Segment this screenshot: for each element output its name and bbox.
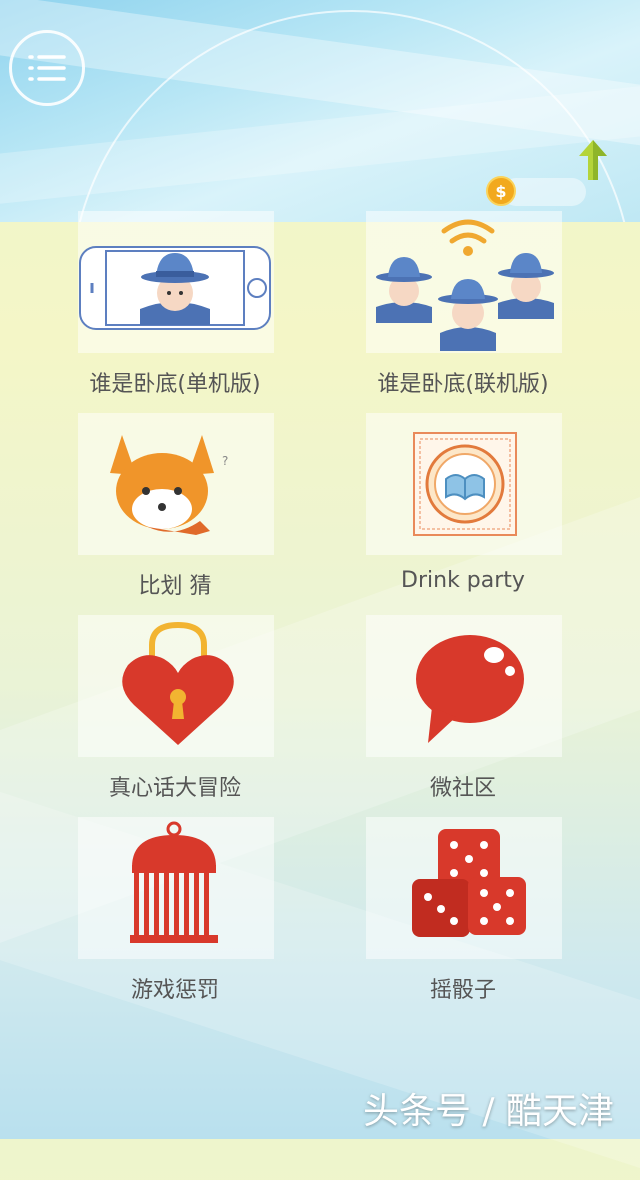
game-card-truth-or-dare[interactable] bbox=[78, 615, 274, 757]
game-label: 摇骰子 bbox=[429, 978, 496, 1003]
menu-button[interactable] bbox=[9, 30, 85, 106]
svg-text:?: ? bbox=[222, 454, 228, 468]
spy-phone-icon bbox=[79, 246, 271, 330]
game-card-dice[interactable] bbox=[366, 817, 562, 959]
game-card-spy-online[interactable] bbox=[366, 211, 562, 353]
game-label: Drink party bbox=[401, 568, 525, 593]
game-label: 谁是卧底(联机版) bbox=[377, 372, 549, 397]
game-card-charades[interactable]: ? bbox=[78, 413, 274, 555]
coin-balance[interactable]: $ bbox=[486, 176, 586, 208]
game-label: 微社区 bbox=[429, 776, 496, 801]
chat-bubble-icon bbox=[416, 635, 524, 743]
list-menu-icon bbox=[28, 55, 66, 81]
fox-icon: ? bbox=[110, 435, 228, 535]
game-card-spy-single[interactable] bbox=[78, 211, 274, 353]
game-label: 比划 猜 bbox=[138, 574, 212, 599]
game-label: 谁是卧底(单机版) bbox=[89, 372, 261, 397]
birdcage-icon bbox=[130, 821, 218, 943]
game-label: 真心话大冒险 bbox=[108, 776, 241, 801]
game-label: 游戏惩罚 bbox=[130, 978, 219, 1003]
heart-lock-icon bbox=[122, 621, 234, 745]
watermark: 头条号 / 酷天津 bbox=[362, 1091, 614, 1132]
header-banner: $ bbox=[0, 0, 640, 222]
game-card-drink-party[interactable] bbox=[366, 413, 562, 555]
coin-icon: $ bbox=[486, 176, 516, 206]
book-emblem-icon bbox=[413, 432, 517, 536]
spy-group-wifi-icon bbox=[376, 219, 554, 351]
game-card-community[interactable] bbox=[366, 615, 562, 757]
game-card-punishment[interactable] bbox=[78, 817, 274, 959]
dice-icon bbox=[412, 829, 526, 937]
